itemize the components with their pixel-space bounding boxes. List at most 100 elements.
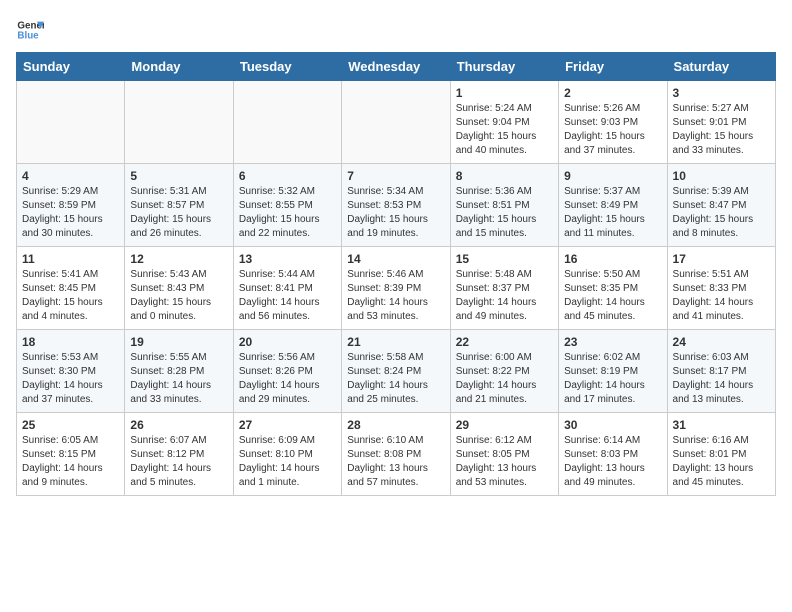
day-number: 7 <box>347 169 444 183</box>
day-info: Sunrise: 5:39 AM Sunset: 8:47 PM Dayligh… <box>673 185 770 241</box>
day-info: Sunrise: 6:00 AM Sunset: 8:22 PM Dayligh… <box>456 351 553 407</box>
calendar-cell: 3 Sunrise: 5:27 AM Sunset: 9:01 PM Daylig… <box>667 81 775 164</box>
day-info: Sunrise: 5:34 AM Sunset: 8:53 PM Dayligh… <box>347 185 444 241</box>
day-info: Sunrise: 5:26 AM Sunset: 9:03 PM Dayligh… <box>564 102 661 158</box>
calendar-cell: 11 Sunrise: 5:41 AM Sunset: 8:45 PM Dayli… <box>17 247 125 330</box>
calendar-cell: 30Sunrise: 6:14 AM Sunset: 8:03 PM Dayli… <box>559 413 667 496</box>
calendar-cell: 23 Sunrise: 6:02 AM Sunset: 8:19 PM Dayli… <box>559 330 667 413</box>
calendar-week-2: 4Sunrise: 5:29 AM Sunset: 8:59 PM Daylig… <box>17 164 776 247</box>
day-info: Sunrise: 6:05 AM Sunset: 8:15 PM Dayligh… <box>22 434 119 490</box>
day-info: Sunrise: 5:43 AM Sunset: 8:43 PM Dayligh… <box>130 268 227 324</box>
calendar-cell: 2Sunrise: 5:26 AM Sunset: 9:03 PM Daylig… <box>559 81 667 164</box>
day-info: Sunrise: 6:03 AM Sunset: 8:17 PM Dayligh… <box>673 351 770 407</box>
day-number: 31 <box>673 418 770 432</box>
calendar-cell: 6 Sunrise: 5:32 AM Sunset: 8:55 PM Daylig… <box>233 164 341 247</box>
col-header-thursday: Thursday <box>450 53 558 81</box>
day-info: Sunrise: 5:41 AM Sunset: 8:45 PM Dayligh… <box>22 268 119 324</box>
day-number: 6 <box>239 169 336 183</box>
calendar-cell <box>17 81 125 164</box>
day-info: Sunrise: 5:31 AM Sunset: 8:57 PM Dayligh… <box>130 185 227 241</box>
col-header-saturday: Saturday <box>667 53 775 81</box>
day-number: 9 <box>564 169 661 183</box>
day-info: Sunrise: 5:50 AM Sunset: 8:35 PM Dayligh… <box>564 268 661 324</box>
day-number: 8 <box>456 169 553 183</box>
day-number: 22 <box>456 335 553 349</box>
day-info: Sunrise: 6:14 AM Sunset: 8:03 PM Dayligh… <box>564 434 661 490</box>
calendar-header-row: SundayMondayTuesdayWednesdayThursdayFrid… <box>17 53 776 81</box>
calendar-cell: 4Sunrise: 5:29 AM Sunset: 8:59 PM Daylig… <box>17 164 125 247</box>
calendar-cell: 10Sunrise: 5:39 AM Sunset: 8:47 PM Dayli… <box>667 164 775 247</box>
calendar-cell: 17 Sunrise: 5:51 AM Sunset: 8:33 PM Dayli… <box>667 247 775 330</box>
day-number: 1 <box>456 86 553 100</box>
logo: General Blue <box>16 16 44 44</box>
day-info: Sunrise: 6:02 AM Sunset: 8:19 PM Dayligh… <box>564 351 661 407</box>
day-number: 23 <box>564 335 661 349</box>
day-number: 12 <box>130 252 227 266</box>
col-header-sunday: Sunday <box>17 53 125 81</box>
col-header-tuesday: Tuesday <box>233 53 341 81</box>
svg-text:Blue: Blue <box>17 30 39 41</box>
day-number: 4 <box>22 169 119 183</box>
calendar-cell: 27 Sunrise: 6:09 AM Sunset: 8:10 PM Dayli… <box>233 413 341 496</box>
calendar-cell: 20 Sunrise: 5:56 AM Sunset: 8:26 PM Dayli… <box>233 330 341 413</box>
day-info: Sunrise: 5:24 AM Sunset: 9:04 PM Dayligh… <box>456 102 553 158</box>
calendar-table: SundayMondayTuesdayWednesdayThursdayFrid… <box>16 52 776 496</box>
day-info: Sunrise: 5:55 AM Sunset: 8:28 PM Dayligh… <box>130 351 227 407</box>
day-info: Sunrise: 5:53 AM Sunset: 8:30 PM Dayligh… <box>22 351 119 407</box>
calendar-cell: 24Sunrise: 6:03 AM Sunset: 8:17 PM Dayli… <box>667 330 775 413</box>
day-number: 3 <box>673 86 770 100</box>
day-number: 27 <box>239 418 336 432</box>
day-number: 15 <box>456 252 553 266</box>
day-info: Sunrise: 6:10 AM Sunset: 8:08 PM Dayligh… <box>347 434 444 490</box>
calendar-week-4: 18 Sunrise: 5:53 AM Sunset: 8:30 PM Dayli… <box>17 330 776 413</box>
day-info: Sunrise: 6:12 AM Sunset: 8:05 PM Dayligh… <box>456 434 553 490</box>
calendar-cell: 7 Sunrise: 5:34 AM Sunset: 8:53 PM Daylig… <box>342 164 450 247</box>
col-header-wednesday: Wednesday <box>342 53 450 81</box>
day-info: Sunrise: 5:46 AM Sunset: 8:39 PM Dayligh… <box>347 268 444 324</box>
logo-icon: General Blue <box>16 16 44 44</box>
calendar-cell: 29 Sunrise: 6:12 AM Sunset: 8:05 PM Dayli… <box>450 413 558 496</box>
calendar-cell: 31 Sunrise: 6:16 AM Sunset: 8:01 PM Dayli… <box>667 413 775 496</box>
day-info: Sunrise: 5:32 AM Sunset: 8:55 PM Dayligh… <box>239 185 336 241</box>
day-number: 17 <box>673 252 770 266</box>
day-info: Sunrise: 5:56 AM Sunset: 8:26 PM Dayligh… <box>239 351 336 407</box>
day-info: Sunrise: 5:48 AM Sunset: 8:37 PM Dayligh… <box>456 268 553 324</box>
calendar-cell: 14Sunrise: 5:46 AM Sunset: 8:39 PM Dayli… <box>342 247 450 330</box>
calendar-cell <box>342 81 450 164</box>
day-info: Sunrise: 5:27 AM Sunset: 9:01 PM Dayligh… <box>673 102 770 158</box>
calendar-cell: 28 Sunrise: 6:10 AM Sunset: 8:08 PM Dayli… <box>342 413 450 496</box>
day-info: Sunrise: 5:36 AM Sunset: 8:51 PM Dayligh… <box>456 185 553 241</box>
day-number: 13 <box>239 252 336 266</box>
calendar-cell: 16 Sunrise: 5:50 AM Sunset: 8:35 PM Dayli… <box>559 247 667 330</box>
calendar-cell <box>125 81 233 164</box>
calendar-week-5: 25 Sunrise: 6:05 AM Sunset: 8:15 PM Dayli… <box>17 413 776 496</box>
day-info: Sunrise: 6:16 AM Sunset: 8:01 PM Dayligh… <box>673 434 770 490</box>
day-number: 16 <box>564 252 661 266</box>
calendar-week-3: 11 Sunrise: 5:41 AM Sunset: 8:45 PM Dayli… <box>17 247 776 330</box>
calendar-cell: 13Sunrise: 5:44 AM Sunset: 8:41 PM Dayli… <box>233 247 341 330</box>
calendar-cell <box>233 81 341 164</box>
day-info: Sunrise: 6:09 AM Sunset: 8:10 PM Dayligh… <box>239 434 336 490</box>
day-number: 18 <box>22 335 119 349</box>
calendar-cell: 26Sunrise: 6:07 AM Sunset: 8:12 PM Dayli… <box>125 413 233 496</box>
day-number: 25 <box>22 418 119 432</box>
day-number: 5 <box>130 169 227 183</box>
day-number: 19 <box>130 335 227 349</box>
day-number: 20 <box>239 335 336 349</box>
day-info: Sunrise: 5:37 AM Sunset: 8:49 PM Dayligh… <box>564 185 661 241</box>
day-info: Sunrise: 5:51 AM Sunset: 8:33 PM Dayligh… <box>673 268 770 324</box>
calendar-cell: 5 Sunrise: 5:31 AM Sunset: 8:57 PM Daylig… <box>125 164 233 247</box>
calendar-cell: 1 Sunrise: 5:24 AM Sunset: 9:04 PM Daylig… <box>450 81 558 164</box>
day-number: 26 <box>130 418 227 432</box>
day-number: 28 <box>347 418 444 432</box>
col-header-monday: Monday <box>125 53 233 81</box>
calendar-cell: 12 Sunrise: 5:43 AM Sunset: 8:43 PM Dayli… <box>125 247 233 330</box>
col-header-friday: Friday <box>559 53 667 81</box>
day-number: 21 <box>347 335 444 349</box>
calendar-cell: 8 Sunrise: 5:36 AM Sunset: 8:51 PM Daylig… <box>450 164 558 247</box>
calendar-cell: 21Sunrise: 5:58 AM Sunset: 8:24 PM Dayli… <box>342 330 450 413</box>
day-number: 29 <box>456 418 553 432</box>
calendar-cell: 22 Sunrise: 6:00 AM Sunset: 8:22 PM Dayli… <box>450 330 558 413</box>
day-number: 11 <box>22 252 119 266</box>
calendar-cell: 9 Sunrise: 5:37 AM Sunset: 8:49 PM Daylig… <box>559 164 667 247</box>
